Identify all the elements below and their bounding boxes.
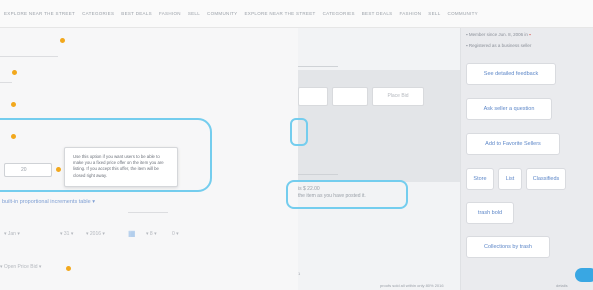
open-price-label: ▾ Open Price Bid ▾: [0, 264, 42, 270]
increments-table-link[interactable]: built-in proportional increments table ▾: [2, 199, 95, 205]
nav-item[interactable]: SELL: [428, 11, 440, 16]
field-divider: [0, 82, 12, 83]
flag-icon: ▪: [529, 32, 531, 37]
place-bid-button[interactable]: Place Bid: [372, 87, 424, 106]
nav-item[interactable]: CATEGORIES: [323, 11, 355, 16]
classifieds-button[interactable]: Classifieds: [526, 168, 566, 190]
minute-select[interactable]: 0 ▾: [172, 231, 179, 237]
required-dot-icon: [11, 134, 16, 139]
offer-help-tooltip: Use this option if you want users to be …: [64, 147, 178, 187]
nav-item[interactable]: BEST DEALS: [362, 11, 393, 16]
nav-item[interactable]: CATEGORIES: [82, 11, 114, 16]
nav-item[interactable]: COMMUNITY: [448, 11, 478, 16]
field-divider: [298, 174, 338, 175]
required-dot-icon: [12, 70, 17, 75]
nav-item[interactable]: EXPLORE NEAR THE STREET: [244, 11, 315, 16]
nav-item[interactable]: FASHION: [159, 11, 181, 16]
required-dot-icon: [11, 102, 16, 107]
chat-icon[interactable]: [575, 268, 593, 282]
nav-item[interactable]: BEST DEALS: [121, 11, 152, 16]
member-since-text: ▪ Member since Jun. 8, 2006 in ▪: [466, 32, 531, 37]
date-month-select[interactable]: ▾ Jan ▾: [4, 231, 20, 237]
trash-bold-button[interactable]: trash bold: [466, 202, 514, 224]
registered-seller-text: ▪ Registered as a business seller: [466, 43, 532, 48]
date-day-select[interactable]: ▾ 31 ▾: [60, 231, 73, 237]
quantity-input[interactable]: 20: [4, 163, 52, 177]
nav-item[interactable]: COMMUNITY: [207, 11, 237, 16]
bid-info-text: is $ 22.00 the item as you have posted i…: [298, 186, 366, 199]
hour-select[interactable]: ▾ 8 ▾: [146, 231, 157, 237]
field-divider: [298, 66, 338, 67]
bid-input-field[interactable]: [298, 87, 328, 106]
highlight-outline-bid: [290, 118, 308, 146]
required-dot-icon: [56, 167, 61, 172]
nav-item[interactable]: FASHION: [399, 11, 421, 16]
quantity-value: 20: [21, 167, 27, 173]
field-divider: [128, 212, 168, 213]
add-favorite-seller-button[interactable]: Add to Favorite Sellers: [466, 133, 560, 155]
footer-right-text: details: [556, 283, 568, 288]
field-divider: [0, 56, 58, 57]
collections-button[interactable]: Collections by trash: [466, 236, 550, 258]
required-dot-icon: [66, 266, 71, 271]
top-navigation: EXPLORE NEAR THE STREET CATEGORIES BEST DE…: [0, 0, 593, 28]
see-feedback-button[interactable]: See detailed feedback: [466, 63, 556, 85]
calendar-icon[interactable]: ▦: [128, 229, 136, 238]
bid-amount-field[interactable]: [332, 87, 368, 106]
nav-item[interactable]: SELL: [188, 11, 200, 16]
list-button[interactable]: List: [498, 168, 522, 190]
chevron-down-icon: ▾: [90, 199, 95, 205]
small-marker: 1: [298, 271, 301, 276]
date-year-select[interactable]: ▾ 2016 ▾: [86, 231, 105, 237]
footer-status-text: proofs sold all within only 80% 2016: [380, 283, 444, 288]
ask-seller-button[interactable]: Ask seller a question: [466, 98, 552, 120]
nav-item[interactable]: EXPLORE NEAR THE STREET: [4, 11, 75, 16]
tooltip-text: Use this option if you want users to be …: [73, 154, 164, 178]
required-dot-icon: [60, 38, 65, 43]
store-button[interactable]: Store: [466, 168, 494, 190]
